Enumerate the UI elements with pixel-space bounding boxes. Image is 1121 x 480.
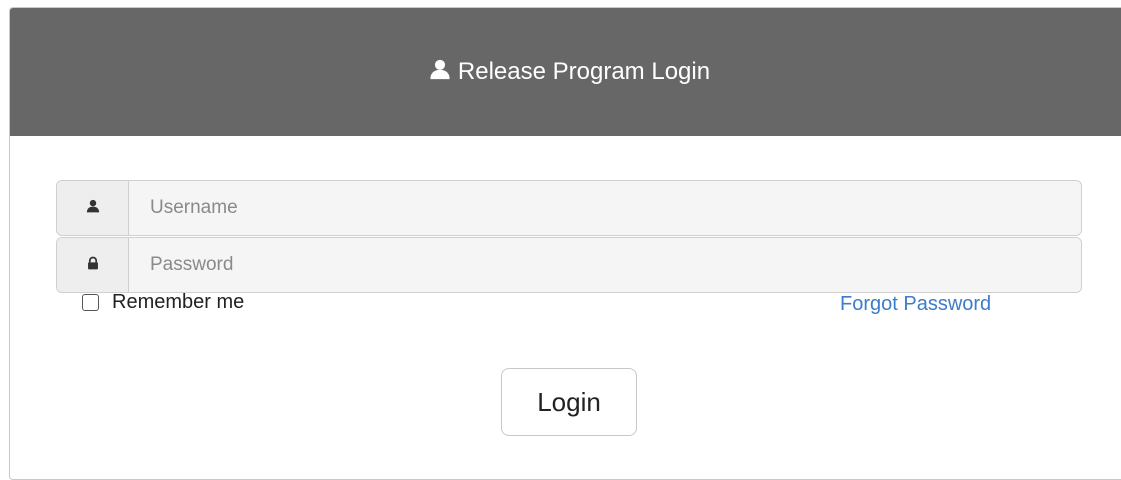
user-icon	[86, 199, 100, 218]
login-button[interactable]: Login	[501, 368, 637, 436]
panel-body: Remember me Forgot Password Login	[10, 136, 1121, 479]
password-group	[56, 237, 1082, 293]
user-icon-svg	[430, 59, 450, 79]
remember-me-label: Remember me	[112, 291, 245, 313]
remember-me[interactable]: Remember me	[82, 291, 244, 314]
forgot-password-link[interactable]: Forgot Password	[840, 293, 991, 316]
panel-header: Release Program Login	[10, 8, 1121, 136]
login-panel: Release Program Login Username Remember …	[9, 7, 1121, 480]
password-addon	[57, 238, 129, 292]
page-title: Release Program Login	[457, 58, 711, 85]
remember-me-checkbox[interactable]	[82, 294, 99, 311]
username-group	[56, 180, 1082, 236]
password-input[interactable]	[129, 238, 1081, 292]
lock-icon	[86, 256, 100, 275]
panel-title-wrap: Release Program Login	[429, 58, 710, 87]
user-icon	[429, 58, 458, 87]
username-addon	[57, 181, 129, 235]
username-input[interactable]	[129, 181, 1081, 235]
